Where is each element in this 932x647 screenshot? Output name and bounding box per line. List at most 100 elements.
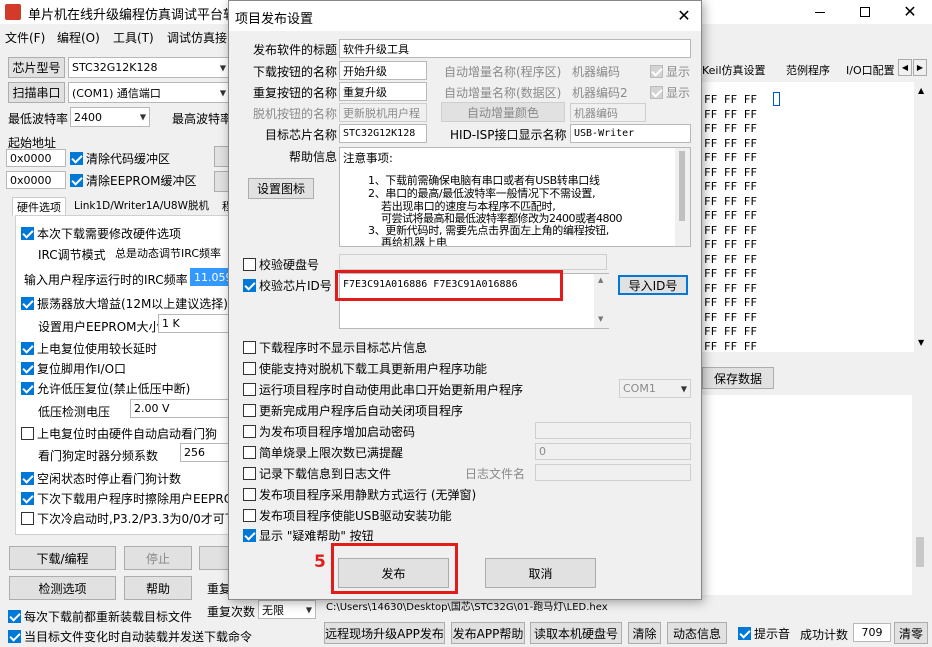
limit-count-input[interactable]: 0	[535, 443, 691, 460]
retry-count-select[interactable]: 无限 ▼	[258, 600, 316, 619]
reset-count-button[interactable]: 清零	[894, 622, 928, 644]
verify-disk-input[interactable]	[339, 254, 607, 270]
opt-log-file[interactable]: 记录下载信息到日志文件	[243, 465, 391, 482]
tab-scroll-left[interactable]: ◀	[898, 59, 912, 76]
hex-buffer-panel[interactable]: FF FF FF FF FF FF FF FF FF FF FF FF FF FF FF…	[702, 82, 914, 352]
opt-silent-mode[interactable]: 发布项目程序采用静默方式运行 (无弹窗)	[243, 486, 476, 503]
opt-show-help-button[interactable]: 显示 "疑难帮助" 按钮	[243, 527, 374, 544]
show2-checkbox[interactable]: 显示	[650, 84, 690, 101]
opt-offline-update[interactable]: 使能支持对脱机下载工具更新用户程序功能	[243, 360, 487, 377]
min-baud-select[interactable]: 2400 ▼	[70, 107, 150, 127]
close-icon[interactable]: ✕	[895, 2, 925, 22]
menu-file[interactable]: 文件(F)	[5, 29, 45, 46]
wdt-div-select[interactable]: 256	[180, 443, 232, 462]
com-port-select[interactable]: COM1 ▼	[619, 379, 691, 398]
irc-freq-input[interactable]: 11.0592	[190, 268, 233, 286]
set-icon-button[interactable]: 设置图标	[248, 178, 314, 199]
retry-btn-name-input[interactable]: 重复升级	[339, 82, 427, 101]
tab-offline[interactable]: Link1D/Writer1A/U8W脱机	[74, 198, 219, 213]
menu-tools[interactable]: 工具(T)	[113, 29, 154, 46]
chip-model-button[interactable]: 芯片型号	[8, 57, 65, 78]
opt-auto-send[interactable]: 当目标文件变化时自动装载并发送下载命令	[8, 628, 252, 645]
machine-code-input[interactable]: 机器编码	[570, 103, 646, 122]
cancel-button[interactable]: 取消	[485, 558, 596, 588]
remote-upgrade-app-button[interactable]: 远程现场升级APP发布	[324, 622, 445, 644]
menu-debug[interactable]: 调试仿真接	[167, 29, 233, 46]
opt-low-voltage-reset[interactable]: 允许低压复位(禁止低压中断)	[21, 380, 190, 397]
chip-id-highlight-box	[335, 270, 563, 301]
scan-port-button[interactable]: 扫描串口	[8, 82, 65, 103]
tab-io-config[interactable]: I/O口配置	[846, 62, 896, 78]
release-title-input[interactable]: 软件升级工具	[339, 39, 691, 58]
log-file-input[interactable]	[535, 464, 691, 481]
opt-hide-chip-info[interactable]: 下载程序时不显示目标芯片信息	[243, 339, 427, 356]
clear-eeprom-checkbox[interactable]: 清除EEPROM缓冲区	[70, 172, 197, 189]
opt-modify-hardware[interactable]: 本次下载需要修改硬件选项	[21, 225, 181, 242]
chip-id-scrollbar[interactable]: ▲ ▼	[594, 274, 609, 328]
beep-checkbox[interactable]: 提示音	[738, 625, 790, 642]
dialog-titlebar: 项目发布设置 ✕	[229, 1, 701, 31]
opt-cold-start[interactable]: 下次冷启动时,P3.2/P3.3为0/0才可下	[21, 510, 233, 527]
opt-osc-gain[interactable]: 振荡器放大增益(12M以上建议选择)	[21, 295, 228, 312]
opt-erase-eeprom[interactable]: 下次下载用户程序时擦除用户EEPROM	[21, 490, 233, 507]
offline-btn-name-input[interactable]: 更新脱机用户程	[339, 103, 427, 122]
download-btn-name-input[interactable]: 开始升级	[339, 61, 427, 80]
save-data-button[interactable]: 保存数据	[702, 367, 774, 389]
opt-reload-before-download[interactable]: 每次下载前都重新装载目标文件	[8, 608, 192, 625]
lvr-select[interactable]: 2.00 V	[130, 399, 230, 418]
log-panel	[702, 395, 912, 595]
target-chip-input[interactable]: STC32G12K128	[339, 124, 427, 143]
port-select[interactable]: (COM1) 通信端口 ▼	[68, 82, 230, 103]
success-count-label: 成功计数	[800, 628, 849, 642]
irc-mode-select[interactable]: 总是动态调节IRC频率	[112, 243, 232, 262]
menu-program[interactable]: 编程(O)	[57, 29, 100, 46]
offline-btn-name-label: 脱机按钮的名称	[253, 107, 338, 121]
tab-hardware-options[interactable]: 硬件选项	[12, 197, 66, 216]
eeprom-address-input[interactable]: 0x0000	[6, 171, 66, 189]
opt-reset-pin[interactable]: 复位脚用作I/O口	[21, 360, 126, 377]
check-options-button[interactable]: 检测选项	[9, 576, 116, 600]
dialog-close-icon[interactable]: ✕	[673, 5, 695, 27]
hex-scrollbar[interactable]: ▲ ▼	[914, 82, 930, 352]
opt-startup-password[interactable]: 为发布项目程序增加启动密码	[243, 423, 415, 440]
opt-idle-stop-wdt[interactable]: 空闲状态时停止看门狗计数	[21, 470, 181, 487]
verify-disk-checkbox[interactable]: 校验硬盘号	[243, 256, 319, 273]
help-button[interactable]: 帮助	[124, 576, 192, 600]
chip-model-select[interactable]: STC32G12K128 ▼	[68, 57, 230, 78]
target-chip-label: 目标芯片名称	[265, 128, 338, 142]
hid-name-input[interactable]: USB-Writer	[570, 124, 691, 143]
password-input[interactable]	[535, 422, 691, 439]
read-disk-id-button[interactable]: 读取本机硬盘号	[530, 622, 622, 644]
opt-auto-serial-update[interactable]: 运行项目程序时自动使用此串口开始更新用户程序	[243, 381, 523, 398]
tab-keil-sim[interactable]: Keil仿真设置	[702, 62, 766, 78]
retry-count-label: 重复次数	[207, 605, 256, 619]
download-program-button[interactable]: 下载/编程	[9, 546, 116, 570]
stop-button[interactable]: 停止	[124, 546, 192, 570]
log-scrollbar[interactable]	[912, 395, 928, 595]
auto-inc-prog-label: 自动增量名称(程序区)	[444, 65, 562, 79]
clear-code-checkbox[interactable]: 清除代码缓冲区	[70, 150, 170, 167]
opt-auto-close[interactable]: 更新完成用户程序后自动关闭项目程序	[243, 402, 463, 419]
dynamic-info-button[interactable]: 动态信息	[667, 622, 727, 644]
opt-limit-reminder[interactable]: 简单烧录上限次数已满提醒	[243, 444, 403, 461]
help-info-scrollbar[interactable]	[675, 148, 690, 246]
opt-hw-watchdog[interactable]: 上电复位时由硬件自动启动看门狗	[21, 425, 217, 442]
tab-examples[interactable]: 范例程序	[786, 62, 830, 78]
help-info-textarea[interactable]: 注意事项: 1、下载前需确保电脑有串口或者有USB转串口线 2、串口的最高/最低…	[339, 147, 691, 247]
opt-poweron-delay[interactable]: 上电复位使用较长延时	[21, 340, 157, 357]
wdt-div-label: 看门狗定时器分频系数	[38, 449, 159, 463]
max-baud-label: 最高波特率	[172, 112, 232, 126]
opt-usb-driver[interactable]: 发布项目程序使能USB驱动安装功能	[243, 507, 452, 524]
start-address-input[interactable]: 0x0000	[6, 149, 66, 167]
maximize-icon[interactable]	[850, 4, 880, 20]
hex-cursor	[773, 92, 780, 106]
minimize-icon[interactable]	[805, 4, 835, 20]
clear-log-button[interactable]: 清除	[628, 622, 661, 644]
tab-scroll-right[interactable]: ▶	[913, 59, 927, 76]
verify-chip-id-checkbox[interactable]: 校验芯片ID号	[243, 277, 332, 294]
release-app-help-button[interactable]: 发布APP帮助	[451, 622, 525, 644]
import-id-button[interactable]: 导入ID号	[618, 275, 688, 295]
eeprom-size-select[interactable]: 1 K	[158, 314, 230, 333]
show1-checkbox[interactable]: 显示	[650, 63, 690, 80]
auto-inc-color-button[interactable]: 自动增量颜色	[441, 102, 565, 122]
